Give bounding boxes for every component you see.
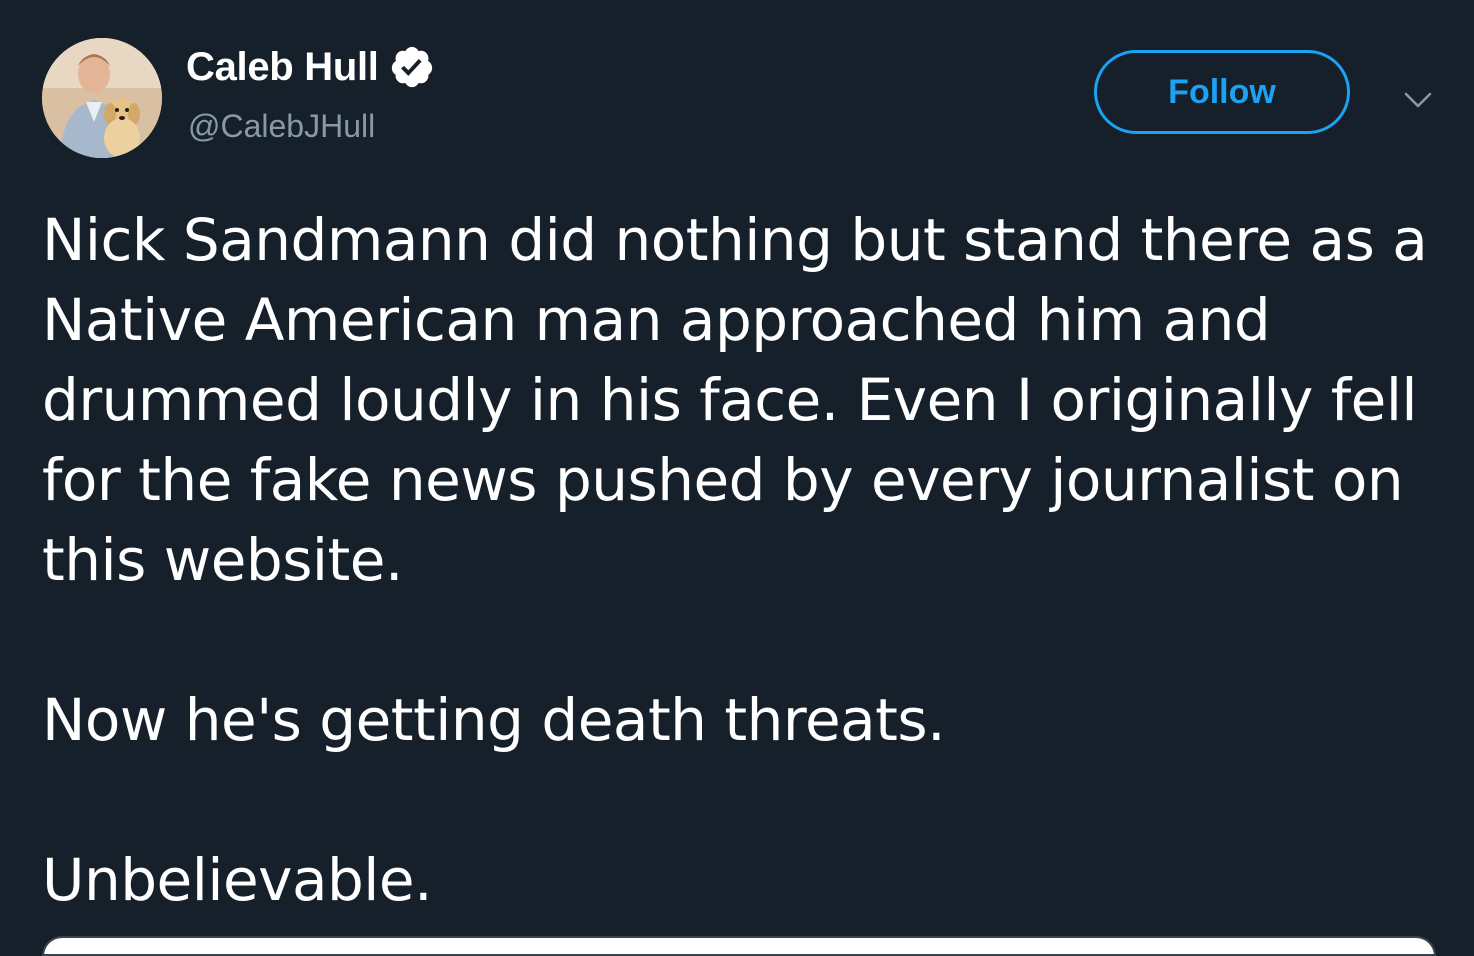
tweet-paragraph: Unbelievable.	[42, 846, 433, 914]
tweet-text: Nick Sandmann did nothing but stand ther…	[42, 200, 1442, 920]
media-preview[interactable]	[42, 936, 1436, 956]
avatar-photo-with-dog	[42, 38, 162, 158]
avatar[interactable]	[42, 38, 162, 158]
user-handle[interactable]: @CalebJHull	[188, 108, 375, 145]
display-name-text: Caleb Hull	[186, 44, 379, 89]
follow-button[interactable]: Follow	[1094, 50, 1350, 134]
tweet-paragraph: Now he's getting death threats.	[42, 686, 946, 754]
chevron-down-icon[interactable]	[1400, 82, 1436, 118]
display-name[interactable]: Caleb Hull	[186, 44, 435, 90]
tweet-paragraph: Nick Sandmann did nothing but stand ther…	[42, 206, 1428, 594]
verified-badge-icon	[389, 44, 435, 90]
tweet-card: Caleb Hull @CalebJHull Follow Nick Sandm…	[0, 0, 1474, 956]
